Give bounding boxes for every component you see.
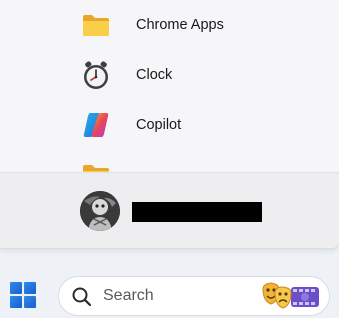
app-label: Chrome Apps (136, 17, 224, 33)
avatar-image (80, 191, 120, 231)
start-button[interactable] (0, 272, 46, 318)
user-avatar (80, 191, 120, 231)
start-menu: Chrome Apps Clock Copilot (0, 0, 339, 249)
clock-icon (84, 61, 108, 89)
app-item-copilot[interactable]: Copilot (60, 104, 320, 146)
theater-masks-film-icon (262, 282, 319, 309)
user-name-redacted (132, 202, 262, 222)
search-icon (72, 287, 92, 307)
folder-icon (83, 165, 109, 172)
app-item-folder[interactable] (60, 154, 320, 172)
app-item-chrome-apps[interactable]: Chrome Apps (60, 4, 320, 46)
taskbar-search-box[interactable]: Search (58, 276, 330, 316)
app-item-clock[interactable]: Clock (60, 54, 320, 96)
start-menu-footer (0, 172, 339, 248)
all-apps-list: Chrome Apps Clock Copilot (0, 0, 339, 172)
folder-icon (83, 15, 109, 36)
search-placeholder: Search (103, 287, 154, 304)
windows-logo-icon (10, 282, 36, 308)
user-account-button[interactable] (72, 185, 292, 235)
app-label: Copilot (136, 117, 182, 133)
app-label: Clock (136, 67, 173, 83)
taskbar: Search (0, 266, 339, 317)
copilot-icon (83, 113, 109, 137)
